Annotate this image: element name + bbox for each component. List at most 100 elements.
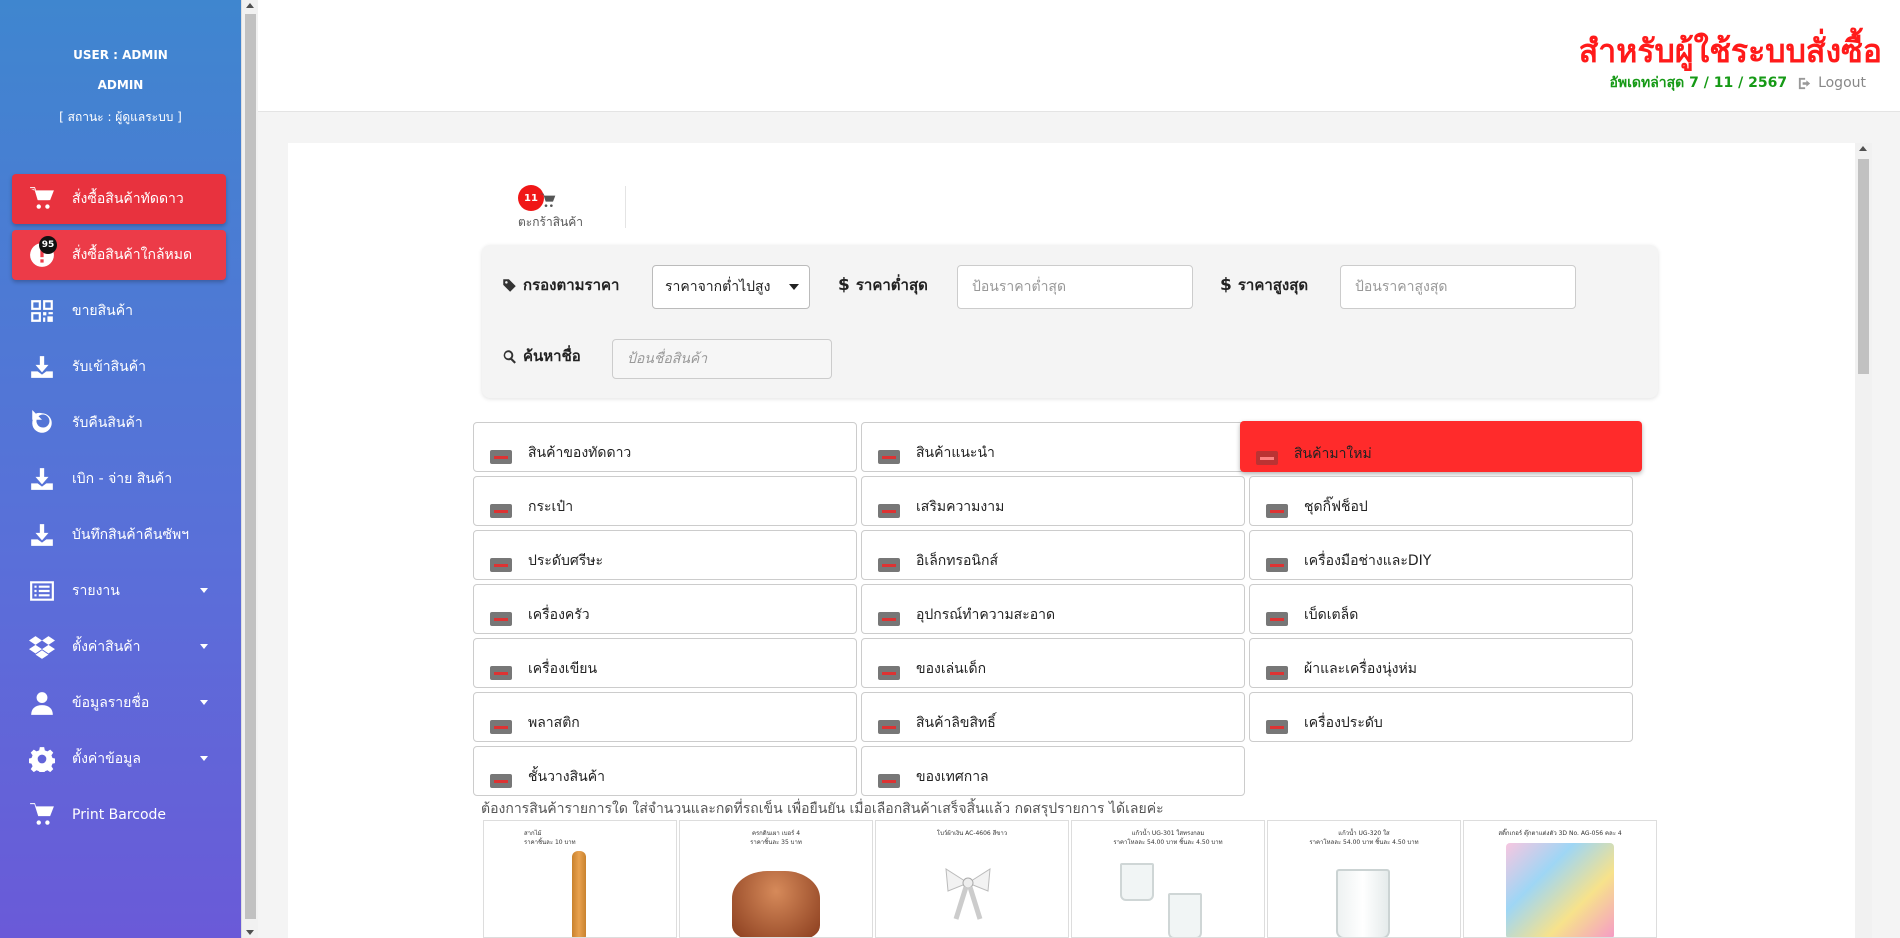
category-button[interactable]: เบ็ดเตล็ด xyxy=(1249,584,1633,634)
user-icon xyxy=(28,689,56,717)
scroll-up-icon[interactable] xyxy=(246,3,254,8)
sidebar-scrollbar[interactable] xyxy=(241,0,258,938)
category-button[interactable]: ประดับศรีษะ xyxy=(473,530,857,580)
min-price-input[interactable]: ป้อนราคาต่ำสุด xyxy=(957,265,1193,309)
category-label: ของเทศกาล xyxy=(916,769,989,785)
product-image xyxy=(732,871,820,937)
product-card[interactable]: สติ๊กเกอร์ ตุ๊กตาแต่งตัว 3D No. AG-056 ค… xyxy=(1463,820,1657,938)
chevron-down-icon xyxy=(789,284,799,290)
category-image-icon xyxy=(490,666,512,680)
category-button[interactable]: ผ้าและเครื่องนุ่งห่ม xyxy=(1249,638,1633,688)
category-image-icon xyxy=(878,504,900,518)
user-line: USER : ADMIN xyxy=(73,48,168,62)
scrollbar-thumb[interactable] xyxy=(245,14,256,919)
category-button[interactable]: พลาสติก xyxy=(473,692,857,742)
category-button[interactable]: สินค้ามาใหม่ xyxy=(1240,421,1642,472)
sidebar-item-order-low-stock[interactable]: 95 สั่งซื้อสินค้าใกล้หมด xyxy=(12,230,226,280)
category-image-icon xyxy=(1256,451,1278,465)
cart-label: ตะกร้าสินค้า xyxy=(518,215,583,229)
category-label: เครื่องมือช่างและDIY xyxy=(1304,553,1432,569)
category-button[interactable]: เครื่องประดับ xyxy=(1249,692,1633,742)
category-button[interactable]: สินค้าของทัดดาว xyxy=(473,422,857,472)
category-button[interactable]: อุปกรณ์ทำความสะอาด xyxy=(861,584,1245,634)
sidebar-item-label: รายงาน xyxy=(72,583,120,599)
category-label: อุปกรณ์ทำความสะอาด xyxy=(916,607,1056,623)
sidebar: USER : ADMIN ADMIN [ สถานะ : ผู้ดูแลระบบ… xyxy=(0,0,241,938)
product-image xyxy=(1506,843,1614,937)
search-input[interactable]: ป้อนชื่อสินค้า xyxy=(612,339,832,379)
user-info: USER : ADMIN ADMIN [ สถานะ : ผู้ดูแลระบบ… xyxy=(0,0,241,127)
sort-select[interactable]: ราคาจากต่ำไปสูง xyxy=(652,265,810,309)
sort-selected-value: ราคาจากต่ำไปสูง xyxy=(665,279,771,295)
max-price-input[interactable]: ป้อนราคาสูงสุด xyxy=(1340,265,1576,309)
category-label: สินค้าลิขสิทธิ์ xyxy=(916,715,996,731)
category-image-icon xyxy=(1266,720,1288,734)
sidebar-item-label: ตั้งค่าสินค้า xyxy=(72,639,141,655)
logout-icon xyxy=(1798,77,1811,89)
product-caption: สากไม้ ราคาชิ้นละ 10 บาท xyxy=(524,830,576,846)
category-label: สินค้าของทัดดาว xyxy=(528,445,632,461)
product-caption: แก้วน้ำ UG-301 ใสทรงกลม ราคาโหลละ 54.00 … xyxy=(1113,830,1223,846)
category-button[interactable]: ชั้นวางสินค้า xyxy=(473,746,857,796)
chevron-down-icon xyxy=(200,644,208,649)
scrollbar-thumb[interactable] xyxy=(1858,159,1869,374)
category-button[interactable]: เครื่องครัว xyxy=(473,584,857,634)
category-button[interactable]: กระเป๋า xyxy=(473,476,857,526)
category-button[interactable]: สินค้าแนะนำ xyxy=(861,422,1245,472)
search-placeholder: ป้อนชื่อสินค้า xyxy=(627,351,708,367)
chevron-down-icon xyxy=(200,756,208,761)
category-button[interactable]: สินค้าลิขสิทธิ์ xyxy=(861,692,1245,742)
sidebar-item-data-settings[interactable]: ตั้งค่าข้อมูล xyxy=(12,734,226,784)
sidebar-item-sell[interactable]: ขายสินค้า xyxy=(12,286,226,336)
sidebar-item-contacts[interactable]: ข้อมูลรายชื่อ xyxy=(12,678,226,728)
cart-icon xyxy=(28,185,56,213)
product-card[interactable]: แก้วน้ำ UG-320 ใส ราคาโหลละ 54.00 บาท ชิ… xyxy=(1267,820,1461,938)
header: สำหรับผู้ใช้ระบบสั่งซื้อ อัพเดทล่าสุด 7 … xyxy=(258,0,1900,112)
category-image-icon xyxy=(490,504,512,518)
category-image-icon xyxy=(878,774,900,788)
product-card[interactable]: สากไม้ ราคาชิ้นละ 10 บาท xyxy=(483,820,677,938)
app-root: USER : ADMIN ADMIN [ สถานะ : ผู้ดูแลระบบ… xyxy=(0,0,1900,938)
category-button[interactable]: ชุดกิ๊ฟช็อป xyxy=(1249,476,1633,526)
logout-link[interactable]: Logout xyxy=(1797,75,1866,91)
category-image-icon xyxy=(878,558,900,572)
product-card[interactable]: แก้วน้ำ UG-301 ใสทรงกลม ราคาโหลละ 54.00 … xyxy=(1071,820,1265,938)
low-stock-badge: 95 xyxy=(39,236,57,254)
instruction-text: ต้องการสินค้ารายการใด ใส่จำนวนและกดที่รถ… xyxy=(481,801,1164,817)
sidebar-item-supplier-return[interactable]: บันทึกสินค้าคืนซัพฯ xyxy=(12,510,226,560)
sidebar-item-print-barcode[interactable]: Print Barcode xyxy=(12,790,226,840)
product-card[interactable]: โบว์ผ้าเงิน AC-4606 สีขาว xyxy=(875,820,1069,938)
category-button[interactable]: อิเล็กทรอนิกส์ xyxy=(861,530,1245,580)
category-button[interactable]: ของเล่นเด็ก xyxy=(861,638,1245,688)
category-image-icon xyxy=(490,774,512,788)
category-label: พลาสติก xyxy=(528,715,580,731)
sidebar-item-label: ขายสินค้า xyxy=(72,303,133,319)
product-card[interactable]: ครกดินเผา เบอร์ 4 ราคาชิ้นละ 35 บาท xyxy=(679,820,873,938)
sidebar-item-report[interactable]: รายงาน xyxy=(12,566,226,616)
category-label: ชุดกิ๊ฟช็อป xyxy=(1304,499,1368,515)
price-filter-label: กรองตามราคา xyxy=(502,273,619,297)
category-button[interactable]: เครื่องเขียน xyxy=(473,638,857,688)
category-label: เสริมความงาม xyxy=(916,499,1005,515)
scroll-up-icon[interactable] xyxy=(1859,146,1867,151)
sidebar-item-withdraw[interactable]: เบิก - จ่าย สินค้า xyxy=(12,454,226,504)
content-scrollbar[interactable] xyxy=(1855,143,1872,938)
chevron-down-icon xyxy=(200,700,208,705)
scroll-down-icon[interactable] xyxy=(246,930,254,935)
category-label: ของเล่นเด็ก xyxy=(916,661,987,677)
category-label: กระเป๋า xyxy=(528,499,574,515)
user-status: [ สถานะ : ผู้ดูแลระบบ ] xyxy=(59,110,182,124)
category-label: ผ้าและเครื่องนุ่งห่ม xyxy=(1304,661,1417,677)
sidebar-item-label: รับเข้าสินค้า xyxy=(72,359,146,375)
sidebar-item-order-taddao[interactable]: สั่งซื้อสินค้าทัดดาว xyxy=(12,174,226,224)
sidebar-item-receive[interactable]: รับเข้าสินค้า xyxy=(12,342,226,392)
sidebar-item-label: บันทึกสินค้าคืนซัพฯ xyxy=(72,527,190,543)
category-button[interactable]: ของเทศกาล xyxy=(861,746,1245,796)
sidebar-item-return[interactable]: รับคืนสินค้า xyxy=(12,398,226,448)
cart-icon xyxy=(540,193,556,213)
max-price-placeholder: ป้อนราคาสูงสุด xyxy=(1355,279,1448,295)
category-button[interactable]: เครื่องมือช่างและDIY xyxy=(1249,530,1633,580)
category-button[interactable]: เสริมความงาม xyxy=(861,476,1245,526)
download-icon xyxy=(28,353,56,381)
sidebar-item-product-settings[interactable]: ตั้งค่าสินค้า xyxy=(12,622,226,672)
